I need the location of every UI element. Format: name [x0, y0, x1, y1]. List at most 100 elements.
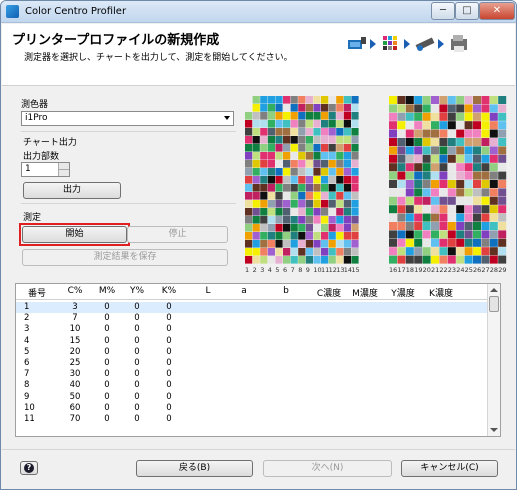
color-patch	[481, 247, 490, 256]
color-patch	[464, 138, 473, 146]
color-patch	[414, 213, 423, 222]
color-patch	[481, 180, 490, 188]
color-patch	[351, 96, 359, 104]
color-patch	[397, 213, 406, 222]
table-row[interactable]: 10 60 0 0 0	[16, 403, 488, 414]
column-header[interactable]: C%	[62, 286, 88, 296]
color-patch	[405, 154, 414, 163]
table-cell: 0	[134, 358, 140, 368]
column-header[interactable]: M%	[94, 286, 120, 296]
table-row[interactable]: 1 3 0 0 0	[16, 302, 488, 314]
color-patch	[298, 192, 306, 200]
color-patch	[439, 146, 448, 155]
scroll-down-icon[interactable]	[490, 428, 498, 432]
column-header[interactable]: K濃度	[426, 286, 456, 299]
color-patch	[351, 200, 359, 208]
back-button[interactable]: 戻る(B)	[136, 460, 253, 477]
chevron-down-icon	[224, 116, 230, 120]
table-row[interactable]: 8 40 0 0 0	[16, 380, 488, 391]
table-row[interactable]: 5 20 0 0 0	[16, 347, 488, 358]
color-patch	[343, 112, 351, 120]
color-patch	[267, 256, 275, 264]
color-patch	[313, 256, 321, 264]
color-patch	[405, 104, 414, 113]
color-patch	[422, 213, 431, 222]
color-patch	[481, 121, 490, 130]
column-header[interactable]: 番号	[24, 286, 50, 299]
color-patch	[252, 192, 260, 200]
column-header[interactable]: M濃度	[350, 286, 380, 299]
column-header[interactable]: a	[236, 286, 252, 296]
column-number-label: 25	[464, 266, 473, 274]
chart-output-label: チャート出力	[23, 138, 77, 148]
color-patch	[283, 224, 291, 232]
color-patch	[439, 205, 448, 214]
help-button[interactable]: ?	[20, 461, 38, 475]
instrument-select[interactable]: i1Pro	[21, 111, 234, 126]
color-patch	[473, 230, 481, 239]
save-results-button[interactable]: 測定結果を保存	[22, 249, 228, 266]
table-row[interactable]: 7 30 0 0 0	[16, 369, 488, 380]
next-button[interactable]: 次へ(N)	[263, 460, 392, 477]
color-patch	[464, 154, 473, 163]
color-patch	[267, 248, 275, 256]
color-patch	[252, 200, 260, 208]
scroll-thumb[interactable]	[489, 296, 499, 312]
color-patch	[260, 192, 268, 200]
color-patch	[321, 128, 329, 136]
cancel-button[interactable]: キャンセル(C)	[401, 460, 498, 477]
color-patch	[397, 238, 406, 247]
table-cell: 0	[166, 358, 172, 368]
stop-button[interactable]: 停止	[127, 226, 228, 243]
color-patch	[431, 96, 439, 104]
table-row[interactable]: 3 10 0 0 0	[16, 324, 488, 335]
table-row[interactable]: 4 15 0 0 0	[16, 336, 488, 347]
column-number-label: 3	[260, 266, 265, 274]
output-button[interactable]: 出力	[23, 182, 121, 199]
minimize-button[interactable]: ─	[431, 2, 455, 20]
table-scrollbar[interactable]	[487, 284, 500, 436]
column-header[interactable]: Y濃度	[388, 286, 418, 299]
table-row[interactable]: 9 50 0 0 0	[16, 392, 488, 403]
color-patch	[439, 154, 448, 163]
column-header[interactable]: Y%	[124, 286, 150, 296]
color-patch	[473, 196, 481, 205]
color-patch	[405, 196, 414, 205]
column-header[interactable]: L	[200, 286, 216, 296]
color-patch	[464, 112, 473, 121]
column-header[interactable]: C濃度	[314, 286, 344, 299]
color-patch	[313, 120, 321, 128]
table-cell: 25	[69, 358, 81, 368]
copies-label: 出力部数	[23, 152, 60, 162]
table-row[interactable]: 11 70 0 0 0	[16, 414, 488, 425]
column-header[interactable]: K%	[156, 286, 182, 296]
color-patch	[414, 163, 423, 172]
color-patch	[389, 238, 397, 247]
color-patch	[422, 247, 431, 256]
color-patch	[267, 192, 275, 200]
color-patch	[422, 112, 431, 121]
maximize-button[interactable]: □	[455, 2, 479, 20]
color-patch	[267, 112, 275, 120]
close-button[interactable]: ✕	[479, 2, 515, 20]
stepper-down-button[interactable]	[58, 169, 69, 176]
color-patch	[305, 96, 313, 104]
color-patch	[351, 208, 359, 216]
color-patch	[464, 121, 473, 130]
column-header[interactable]: b	[278, 286, 294, 296]
table-cell: 0	[104, 346, 110, 357]
measurement-table[interactable]: 番号 C% M% Y% K% La b C濃度 M濃度 Y濃度 K濃度 1 3 0 0 0 2 7 0 0 0 3 10 0…	[15, 283, 501, 437]
copies-stepper[interactable]: 1	[21, 162, 70, 177]
color-patch	[422, 196, 431, 205]
color-patch	[245, 192, 253, 200]
color-patch	[343, 232, 351, 240]
color-patch	[397, 180, 406, 188]
table-row[interactable]: 6 25 0 0 0	[16, 358, 488, 369]
scroll-up-icon[interactable]	[490, 288, 498, 292]
color-chart	[245, 96, 507, 264]
table-row[interactable]: 2 7 0 0 0	[16, 313, 488, 324]
color-patch	[397, 188, 406, 197]
color-patch	[447, 146, 456, 155]
color-patch	[498, 247, 507, 256]
color-patch	[473, 138, 481, 146]
